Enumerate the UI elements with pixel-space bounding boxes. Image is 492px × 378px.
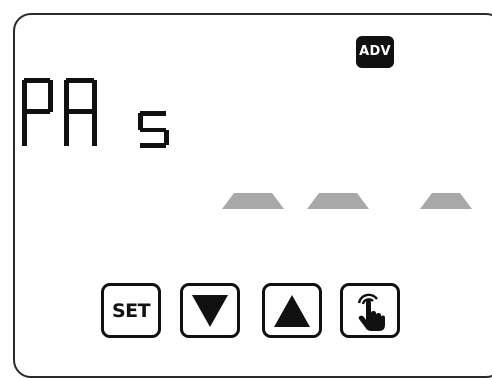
set-button[interactable]: SET [101,283,161,338]
adv-badge: ADV [356,36,394,68]
lcd-display: PA 5 [22,78,182,148]
digit-p [22,78,53,146]
indicator-dash-2 [307,193,369,213]
indicator-dash-1 [222,193,284,213]
indicator-dash-3 [420,193,472,213]
hand-pointer-icon [353,289,387,333]
up-button[interactable] [262,283,322,338]
digit-5 [138,111,169,148]
set-button-label: SET [111,299,151,322]
triangle-down-icon [190,292,230,330]
triangle-up-icon [272,292,312,330]
seven-segment-readout [22,78,169,148]
touch-button[interactable] [340,283,400,338]
down-button[interactable] [180,283,240,338]
digit-a [64,78,97,146]
